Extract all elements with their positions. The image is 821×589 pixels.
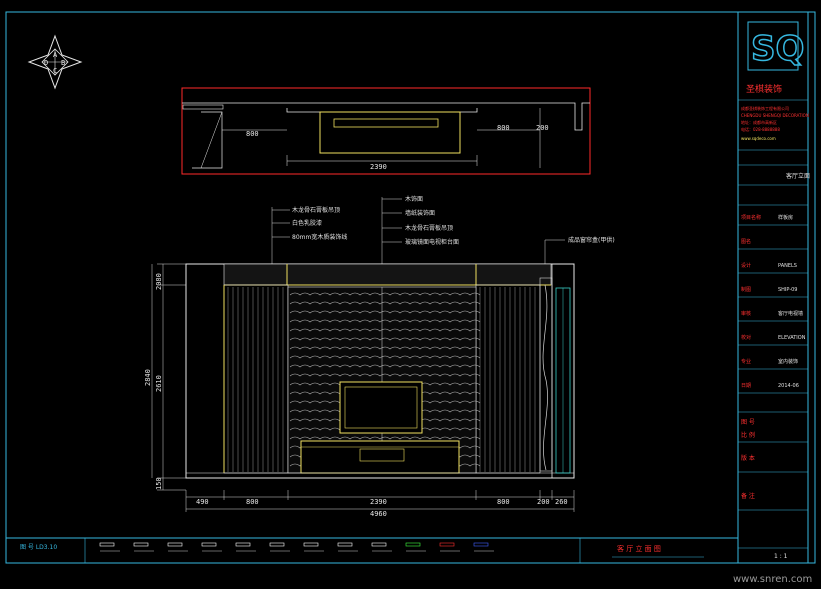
- legend-symbol: [201, 542, 217, 547]
- plan-dim-small: 200: [536, 124, 549, 132]
- compass-letter-c: C: [53, 67, 57, 75]
- annotation-tv-counter: 玻璃镜面电视柜台面: [405, 238, 459, 246]
- compass-icon: A B C D: [27, 34, 83, 90]
- drawing-name: 客 厅 立 面 图: [617, 544, 661, 553]
- title-row-value: 2014-06: [778, 383, 799, 389]
- title-block: SQ 圣棋装饰 成都圣棋装饰工程有限公司 CHENGDU SHENGQI DEC…: [738, 21, 810, 206]
- project-value: 客厅立面: [786, 172, 810, 180]
- legend-symbol: [371, 542, 387, 547]
- legend-symbol: [473, 542, 489, 547]
- annotation-wood-veneer: 木饰面: [405, 195, 423, 203]
- company-line-5: www.sqdeco.com: [741, 136, 776, 141]
- lower-row-2: 比 例: [741, 431, 755, 439]
- legend-symbol: [269, 542, 285, 547]
- lower-row-4: 备 注: [741, 492, 755, 500]
- legend-symbol: [303, 542, 319, 547]
- title-block-lower: 图 号 比 例 版 本 备 注 1 : 1: [738, 411, 808, 560]
- dim-2080: 2080: [155, 273, 163, 290]
- plan-view: 800 800 200 2390: [181, 87, 591, 175]
- title-row-value: 客厅电视墙: [778, 310, 803, 317]
- dim-2840: 2840: [144, 369, 152, 386]
- title-row-value: SHIP-09: [778, 287, 797, 293]
- title-row-label: 图名: [741, 238, 751, 245]
- title-row-value: ELEVATION: [778, 335, 806, 341]
- lower-row-3: 版 本: [741, 454, 755, 462]
- dim-200: 200: [537, 498, 550, 506]
- title-row-value: 样板房: [778, 214, 793, 221]
- plan-dim-left: 800: [246, 130, 259, 138]
- legend-symbol: [99, 542, 115, 547]
- cad-drawing: A B C D 800 800 200 2390 木龙骨石膏板吊顶 白色乳胶漆 …: [5, 11, 816, 585]
- annotation-trim: 80mm宽木质装饰线: [292, 233, 347, 241]
- title-row-value: PANELS: [778, 263, 797, 269]
- title-row-label: 专业: [741, 358, 751, 365]
- legend-symbol: [439, 542, 455, 547]
- legend-symbol: [133, 542, 149, 547]
- plan-dim-center: 2390: [370, 163, 387, 171]
- dim-260: 260: [555, 498, 568, 506]
- dim-2610: 2610: [155, 375, 163, 392]
- company-line-3: 地址：成都市高新区: [741, 119, 777, 125]
- annotation-ceiling-left: 木龙骨石膏板吊顶: [292, 206, 340, 214]
- annotation-curtain-box: 成品窗帘盒(甲供): [568, 236, 615, 244]
- annotation-paint: 白色乳胶漆: [292, 219, 322, 227]
- dim-800-right: 800: [497, 498, 510, 506]
- title-row-label: 设计: [741, 262, 751, 269]
- title-row-label: 校对: [741, 334, 751, 341]
- bottom-bar: 图 号 LD3.10 客 厅 立 面 图: [20, 538, 704, 563]
- title-row-label: 制图: [741, 286, 751, 293]
- watermark: www.snren.com: [733, 574, 812, 585]
- compass-letter-a: A: [53, 51, 58, 59]
- plan-dim-right: 800: [497, 124, 510, 132]
- company-line-2: CHENGDU SHENGQI DECORATION: [741, 113, 809, 118]
- legend-symbol: [337, 542, 353, 547]
- title-row-label: 日期: [741, 383, 751, 389]
- elevation-view: [185, 263, 575, 479]
- legend-symbol: [405, 542, 421, 547]
- company-line-4: 电话：028-8888888: [741, 126, 780, 132]
- dim-2390: 2390: [370, 498, 387, 506]
- compass-letter-b: B: [61, 59, 65, 67]
- legend-symbol: [167, 542, 183, 547]
- dim-150: 150: [155, 477, 163, 490]
- compass-letter-d: D: [44, 59, 48, 67]
- logo-text: SQ: [751, 29, 804, 69]
- annotation-ceiling-center: 木龙骨石膏板吊顶: [405, 224, 453, 232]
- sheet-number: 1 : 1: [774, 553, 788, 560]
- legend-symbol: [235, 542, 251, 547]
- dim-800-left: 800: [246, 498, 259, 506]
- company-line-1: 成都圣棋装饰工程有限公司: [741, 105, 789, 111]
- dim-4960: 4960: [370, 510, 387, 518]
- company-name: 圣棋装饰: [746, 83, 782, 95]
- lower-row-1: 图 号: [741, 419, 755, 426]
- title-row-label: 审核: [741, 310, 751, 317]
- annotation-wallpaper: 墙纸装饰面: [405, 209, 435, 217]
- dim-490: 490: [196, 498, 209, 506]
- sheet-title: 图 号 LD3.10: [20, 544, 57, 551]
- title-row-value: 室内装饰: [778, 358, 798, 365]
- title-row-label: 项目名称: [741, 214, 761, 221]
